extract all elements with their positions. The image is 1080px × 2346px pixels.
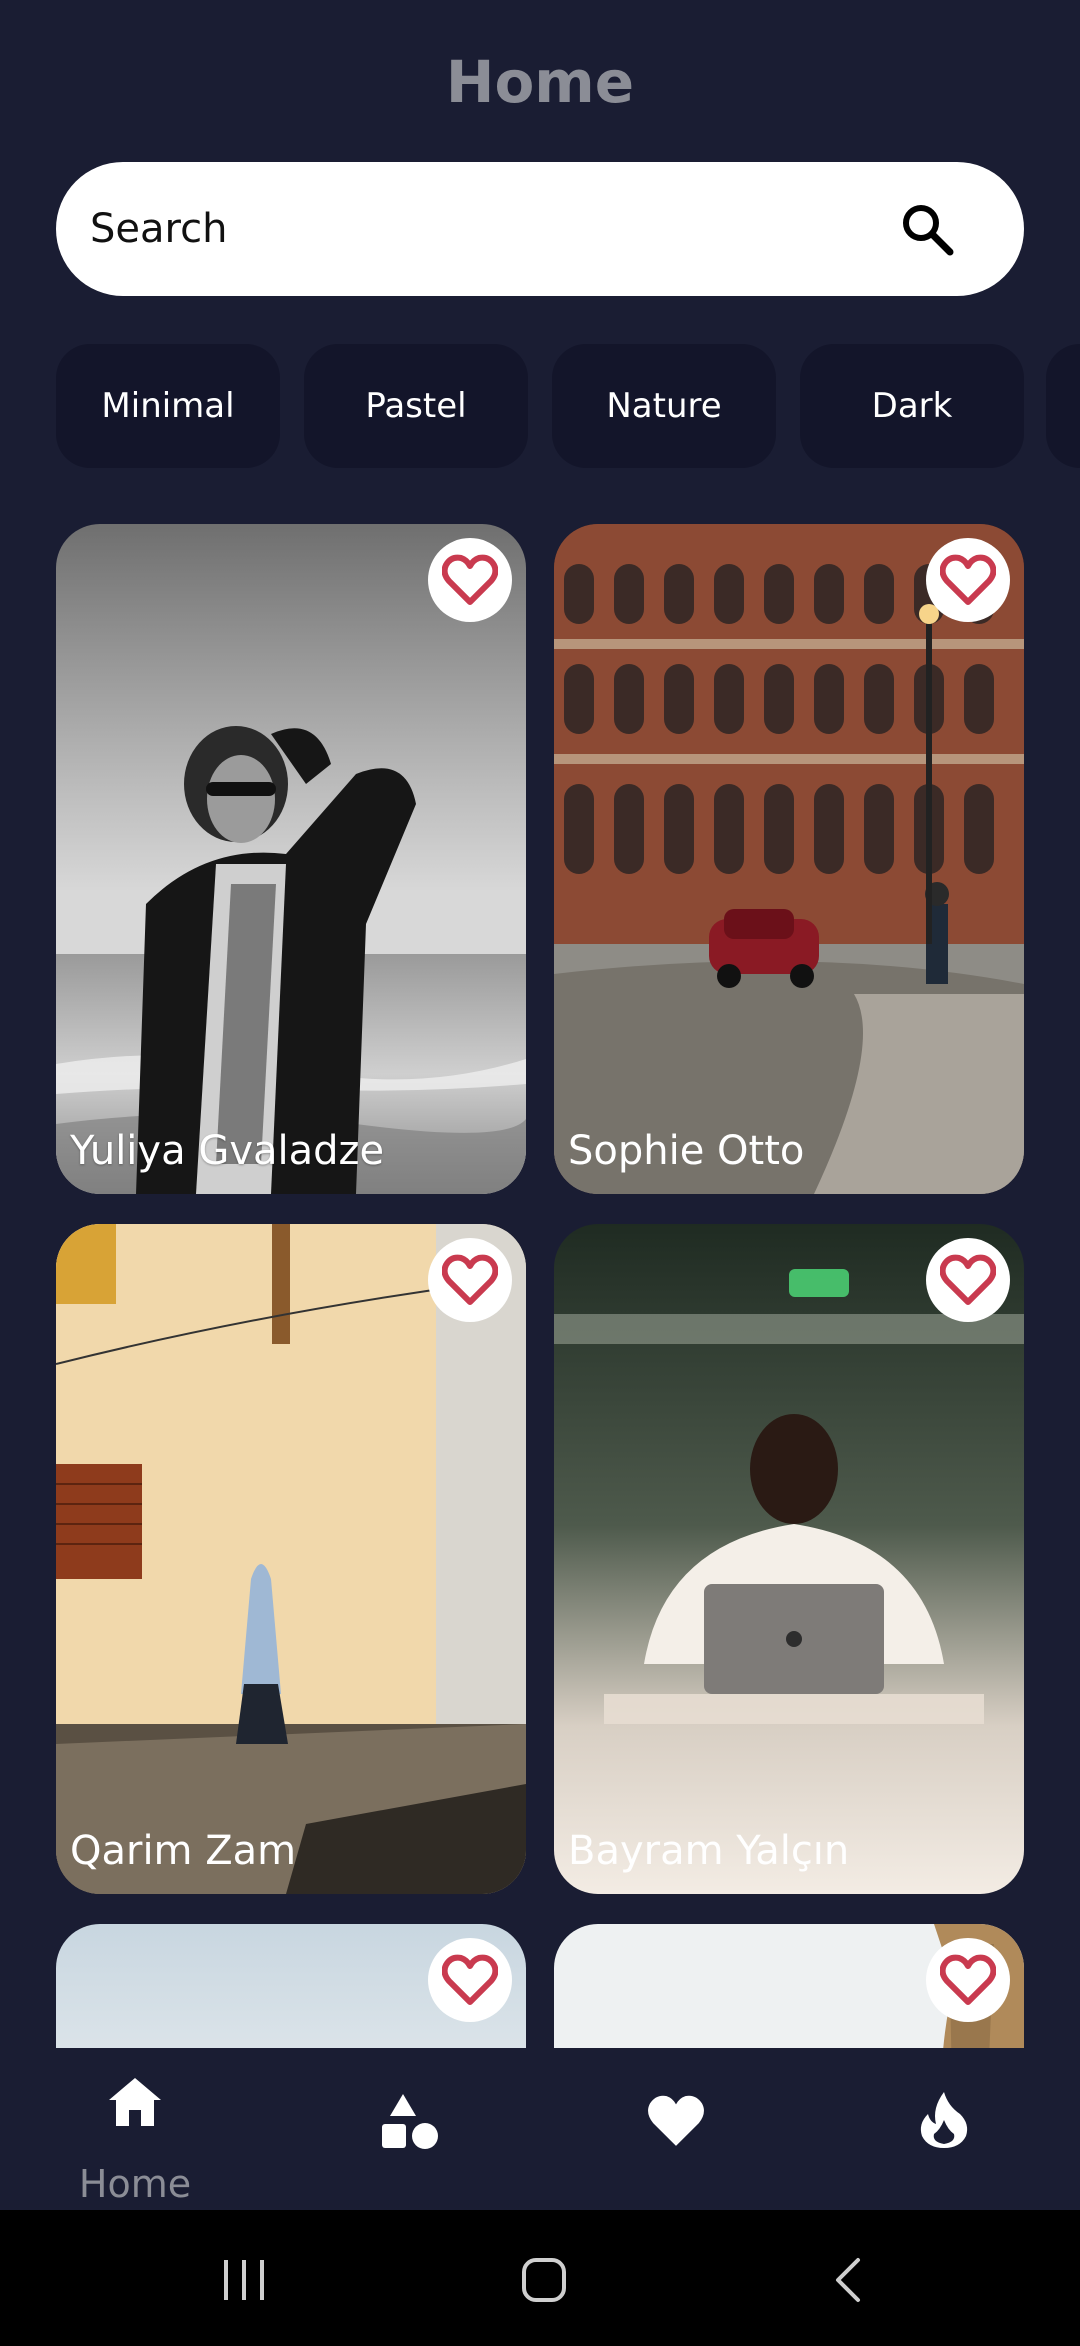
back-icon[interactable] [830,2256,866,2304]
wallpaper-image: Qarim Zam [56,1224,526,1894]
wallpaper-card[interactable]: Sophie Otto [554,524,1024,1194]
wallpaper-card[interactable]: Bayram Yalçın [554,1224,1024,1894]
system-navigation-bar [0,2210,1080,2346]
wallpaper-card[interactable]: Yuliya Gvaladze [56,524,526,1194]
bottom-navigation: Home [0,2048,1080,2210]
wallpaper-image: Bayram Yalçın [554,1224,1024,1894]
nav-home[interactable]: Home [55,2048,215,2210]
wallpaper-grid: Yuliya Gvaladze Sophie Otto Qarim Zam Ba… [0,0,1080,2048]
photo-author: Bayram Yalçın [568,1828,849,1874]
photo-author: Yuliya Gvaladze [69,1128,384,1174]
heart-outline-icon [442,1954,498,2005]
photo-author: Qarim Zam [70,1828,296,1874]
heart-outline-icon [940,1954,996,2005]
wallpaper-image: Sophie Otto [554,524,1024,1194]
heart-outline-icon [940,554,996,605]
favorite-button[interactable] [926,1238,1010,1322]
heart-outline-icon [442,1254,498,1305]
nav-categories[interactable] [370,2048,450,2210]
wallpaper-card[interactable] [554,1924,1024,2048]
app-screen: Home Search Minimal Pastel Nature Dark Y… [0,0,1080,2346]
categories-icon [382,2094,438,2149]
home-icon [109,2078,161,2126]
nav-favorites[interactable] [636,2048,716,2210]
nav-home-label: Home [78,2162,192,2206]
wallpaper-card[interactable]: Qarim Zam [56,1224,526,1894]
favorite-button[interactable] [926,538,1010,622]
home-circle-icon[interactable] [520,2256,568,2304]
heart-outline-icon [442,554,498,605]
favorite-button[interactable] [926,1938,1010,2022]
nav-trending[interactable] [904,2048,984,2210]
favorite-button[interactable] [428,1938,512,2022]
favorite-button[interactable] [428,1238,512,1322]
heart-icon [648,2095,704,2146]
recent-apps-icon[interactable] [220,2258,268,2302]
wallpaper-image: Yuliya Gvaladze [56,524,526,1194]
fire-icon [920,2092,968,2148]
photo-author: Sophie Otto [568,1128,804,1174]
heart-outline-icon [940,1254,996,1305]
favorite-button[interactable] [428,538,512,622]
wallpaper-card[interactable] [56,1924,526,2048]
